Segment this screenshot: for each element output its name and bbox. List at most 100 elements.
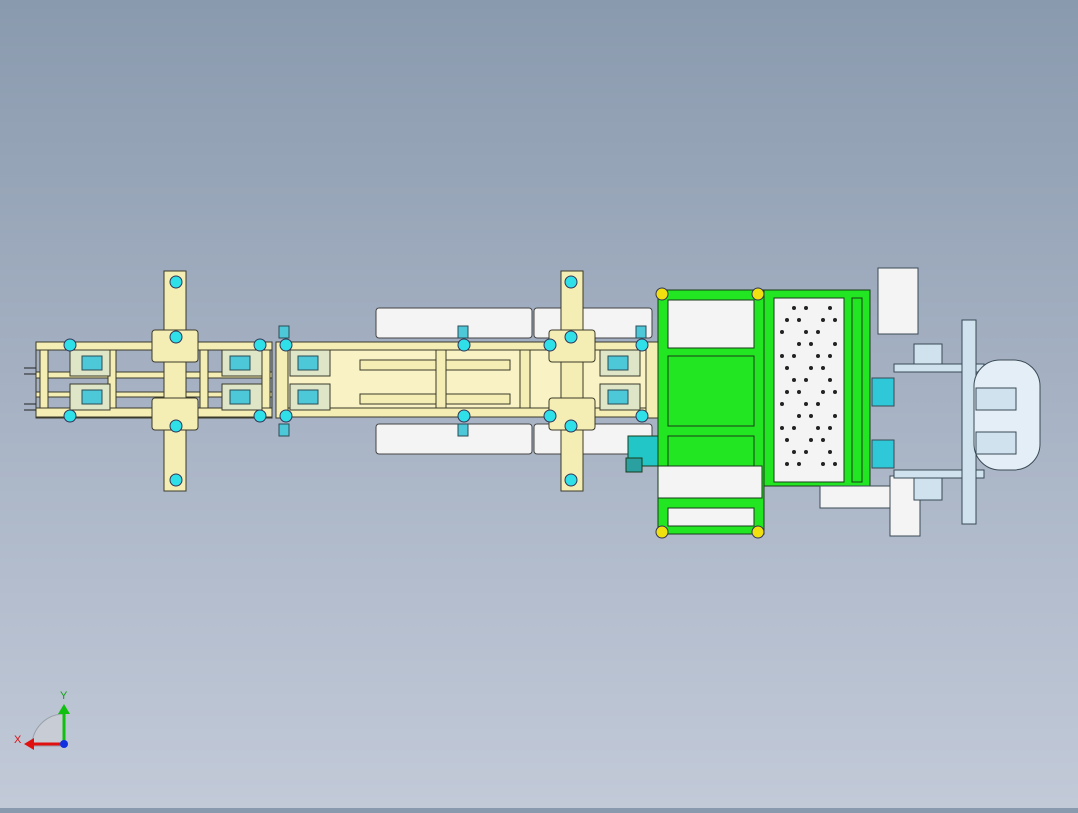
bracket-tab [635, 325, 647, 339]
perforation-hole [828, 378, 832, 382]
motor-gearbox [625, 457, 643, 473]
gripper-pad [975, 387, 1017, 411]
station-panel-top [667, 299, 755, 349]
perforation-hole [780, 330, 784, 334]
x-axis-label: X [14, 734, 22, 746]
x-axis-head [24, 738, 34, 750]
bracket-tab [457, 423, 469, 437]
left-frame-assembly [35, 270, 273, 492]
perforation-hole [780, 402, 784, 406]
perforation-hole [833, 390, 837, 394]
circle-marker-icon [279, 338, 293, 352]
perforation-hole [785, 390, 789, 394]
perforation-hole [809, 342, 813, 346]
y-axis-label: Y [60, 690, 68, 702]
bracket-tab [278, 325, 290, 339]
perforation-hole [797, 390, 801, 394]
z-axis-dot [60, 740, 68, 748]
perforation-hole [785, 462, 789, 466]
perforation-hole [780, 426, 784, 430]
perforation-hole [833, 342, 837, 346]
middle-frame-post [275, 341, 289, 419]
circle-marker-icon [655, 287, 669, 301]
cover-plate-bottom [375, 423, 533, 455]
sensor-block [871, 439, 895, 469]
perforation-hole [804, 378, 808, 382]
perforation-hole [833, 414, 837, 418]
circle-marker-icon [635, 409, 649, 423]
station-panel-mid [667, 355, 755, 427]
circle-marker-icon [253, 409, 267, 423]
clamp-cylinder [607, 355, 629, 371]
perforation-hole [785, 318, 789, 322]
perforation-hole [792, 426, 796, 430]
gripper-cylinder [819, 485, 891, 509]
gripper-mount-top [877, 267, 919, 335]
station-base-plate [667, 507, 755, 527]
perforation-hole [828, 450, 832, 454]
middle-frame-post [519, 349, 531, 409]
perforation-hole [780, 354, 784, 358]
left-frame-post [39, 349, 49, 409]
perforation-hole [821, 438, 825, 442]
perforation-hole [821, 390, 825, 394]
perforation-hole [797, 318, 801, 322]
perforation-hole [828, 306, 832, 310]
circle-marker-icon [564, 275, 578, 289]
circle-marker-icon [279, 409, 293, 423]
perforation-hole [792, 450, 796, 454]
perforation-hole [821, 366, 825, 370]
perforation-hole [792, 378, 796, 382]
perforation-hole [833, 318, 837, 322]
middle-frame-assembly [275, 270, 659, 492]
clamp-cylinder [607, 389, 629, 405]
bracket-tab [278, 423, 290, 437]
perforation-hole [804, 330, 808, 334]
sensor-block [871, 377, 895, 407]
perforation-hole [797, 414, 801, 418]
circle-marker-icon [457, 338, 471, 352]
perforation-hole [804, 450, 808, 454]
cover-plate-top [375, 307, 533, 339]
circle-marker-icon [751, 287, 765, 301]
clamp-cylinder [81, 355, 103, 371]
clamp-cylinder [81, 389, 103, 405]
middle-frame-bar [359, 359, 511, 371]
perforation-hole [833, 462, 837, 466]
middle-frame-post [645, 341, 659, 419]
left-stub-pins [24, 367, 36, 411]
perforation-hole [809, 366, 813, 370]
station-white-block [657, 465, 763, 499]
perforation-hole [792, 306, 796, 310]
circle-marker-icon [543, 409, 557, 423]
cad-viewport[interactable]: Y X [0, 0, 1078, 808]
clamp-cylinder [229, 389, 251, 405]
circle-marker-icon [635, 338, 649, 352]
circle-marker-icon [63, 338, 77, 352]
station-side-rail [851, 297, 863, 483]
clamp-cylinder [297, 355, 319, 371]
circle-marker-icon [457, 409, 471, 423]
circle-marker-icon [169, 275, 183, 289]
perforation-hole [816, 330, 820, 334]
perforation-hole [804, 306, 808, 310]
circle-marker-icon [564, 473, 578, 487]
perforation-hole [809, 414, 813, 418]
perforation-hole [785, 366, 789, 370]
perforation-hole [792, 354, 796, 358]
circle-marker-icon [751, 525, 765, 539]
perforation-hole [821, 318, 825, 322]
perforated-plate [773, 297, 845, 483]
left-frame-post [261, 349, 271, 409]
right-vertical-beam [560, 270, 584, 492]
perforation-hole [816, 354, 820, 358]
gripper-block [913, 475, 943, 501]
clamp-cylinder [297, 389, 319, 405]
gripper-pad [975, 431, 1017, 455]
circle-marker-icon [543, 338, 557, 352]
coordinate-triad-icon: Y X [14, 690, 70, 750]
perforation-hole [816, 426, 820, 430]
circle-marker-icon [169, 473, 183, 487]
circle-marker-icon [169, 419, 183, 433]
circle-marker-icon [655, 525, 669, 539]
